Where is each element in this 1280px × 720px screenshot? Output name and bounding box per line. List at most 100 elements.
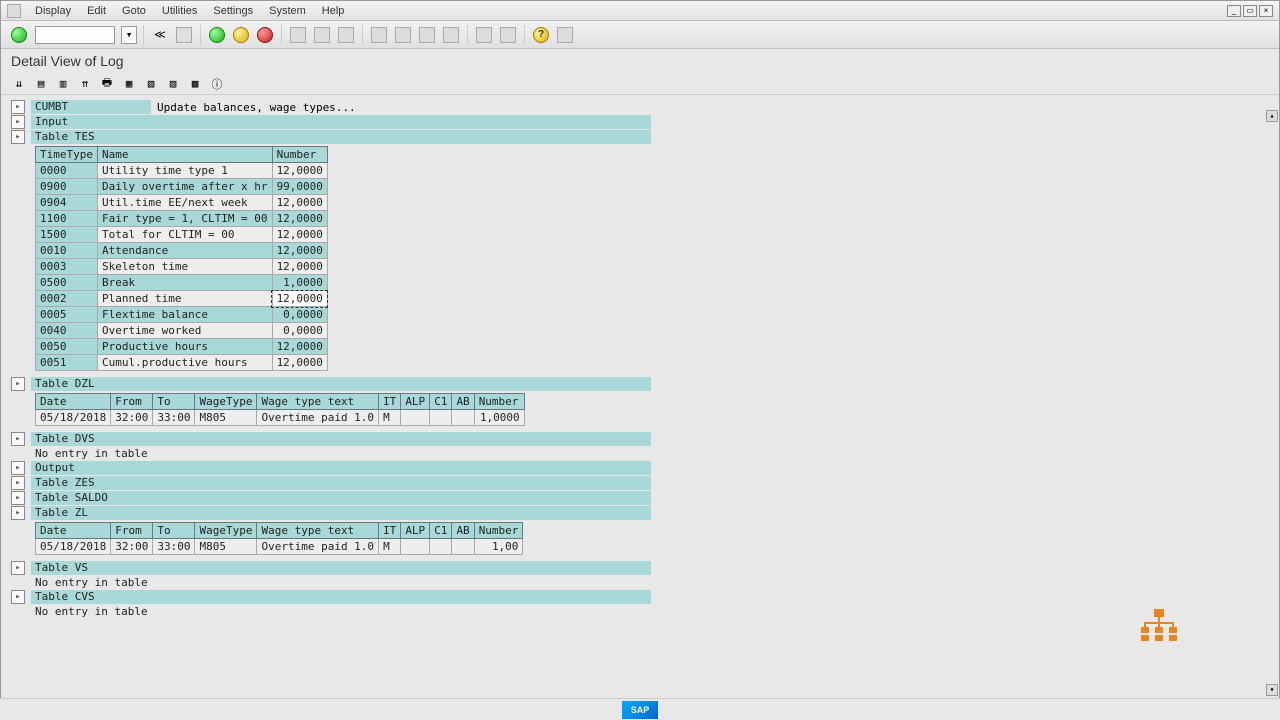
find-next-icon[interactable] — [336, 25, 356, 45]
toggle-output[interactable]: ▸ — [11, 461, 25, 475]
help-icon[interactable]: ? — [531, 25, 551, 45]
status-bar: SAP — [0, 698, 1280, 720]
scroll-up-icon[interactable]: ▴ — [1266, 110, 1278, 122]
section-zes: Table ZES — [31, 476, 651, 490]
col-header: WageType — [195, 394, 257, 410]
table-dzl: DateFromToWageTypeWage type textITALPC1A… — [35, 393, 525, 426]
nav-exit-icon[interactable] — [231, 25, 251, 45]
table-row[interactable]: 0002Planned time12,0000 — [36, 291, 328, 307]
col-header: From — [111, 394, 153, 410]
col-header: Number — [474, 523, 523, 539]
app-icon — [7, 4, 21, 18]
table-row[interactable]: 0900Daily overtime after x hr99,0000 — [36, 179, 328, 195]
section-dzl: Table DZL — [31, 377, 651, 391]
section-tes: Table TES — [31, 130, 651, 144]
scroll-down-icon[interactable]: ▾ — [1266, 684, 1278, 696]
col-header: C1 — [430, 523, 452, 539]
minimize-button[interactable]: _ — [1227, 5, 1241, 17]
table-row[interactable]: 0005Flextime balance0,0000 — [36, 307, 328, 323]
toggle-vs[interactable]: ▸ — [11, 561, 25, 575]
menu-settings[interactable]: Settings — [205, 3, 261, 19]
save-icon[interactable] — [174, 25, 194, 45]
toggle-cvs[interactable]: ▸ — [11, 590, 25, 604]
expand-all-icon[interactable]: ⇈ — [77, 76, 93, 92]
enter-button[interactable] — [9, 25, 29, 45]
prev-page-icon[interactable] — [393, 25, 413, 45]
toggle-zl[interactable]: ▸ — [11, 506, 25, 520]
restore-button[interactable]: ▭ — [1243, 5, 1257, 17]
col-header: Date — [36, 523, 111, 539]
last-page-icon[interactable] — [441, 25, 461, 45]
next-page-icon[interactable] — [417, 25, 437, 45]
shortcut-icon[interactable] — [498, 25, 518, 45]
col-header: Number — [474, 394, 524, 410]
col-header: To — [153, 394, 195, 410]
command-input[interactable] — [35, 26, 115, 44]
col-header: ALP — [401, 394, 430, 410]
toggle-saldo[interactable]: ▸ — [11, 491, 25, 505]
col-header: TimeType — [36, 147, 98, 163]
first-page-icon[interactable] — [369, 25, 389, 45]
menu-edit[interactable]: Edit — [79, 3, 114, 19]
col-header: C1 — [430, 394, 452, 410]
col-header: IT — [379, 394, 401, 410]
table-row[interactable]: 0010Attendance12,0000 — [36, 243, 328, 259]
cvs-empty: No entry in table — [11, 605, 1269, 618]
table-row[interactable]: 05/18/201832:0033:00M805Overtime paid 1.… — [36, 410, 525, 426]
dropdown-arrow-icon[interactable]: ▾ — [121, 26, 137, 44]
toggle-dvs[interactable]: ▸ — [11, 432, 25, 446]
col-header: ALP — [401, 523, 430, 539]
menu-help[interactable]: Help — [314, 3, 353, 19]
secondary-toolbar: ⇊ ▤ ▥ ⇈ 🖶 ▦ ▧ ▨ ▩ ⓘ — [1, 73, 1279, 95]
table-row[interactable]: 0904Util.time EE/next week12,0000 — [36, 195, 328, 211]
toggle-cumbt[interactable]: ▸ — [11, 100, 25, 114]
tool4-icon[interactable]: ▩ — [187, 76, 203, 92]
toggle-tes[interactable]: ▸ — [11, 130, 25, 144]
nav-cancel-icon[interactable] — [255, 25, 275, 45]
sap-logo: SAP — [622, 701, 658, 719]
table-row[interactable]: 0003Skeleton time12,0000 — [36, 259, 328, 275]
table-row[interactable]: 0050Productive hours12,0000 — [36, 339, 328, 355]
toggle-input[interactable]: ▸ — [11, 115, 25, 129]
nav-back-icon[interactable] — [207, 25, 227, 45]
toggle-zes[interactable]: ▸ — [11, 476, 25, 490]
section-saldo: Table SALDO — [31, 491, 651, 505]
tool3-icon[interactable]: ▨ — [165, 76, 181, 92]
table-row[interactable]: 0051Cumul.productive hours12,0000 — [36, 355, 328, 371]
table-row[interactable]: 0500Break1,0000 — [36, 275, 328, 291]
tool-icon[interactable]: ▦ — [121, 76, 137, 92]
content-area: ▸ CUMBT Update balances, wage types... ▸… — [1, 95, 1279, 719]
back-button[interactable]: ≪ — [150, 25, 170, 45]
section-dvs: Table DVS — [31, 432, 651, 446]
collapse-icon[interactable]: ▥ — [55, 76, 71, 92]
menu-goto[interactable]: Goto — [114, 3, 154, 19]
toggle-dzl[interactable]: ▸ — [11, 377, 25, 391]
collapse-all-icon[interactable]: ⇊ — [11, 76, 27, 92]
table-tes: TimeTypeNameNumber 0000Utility time type… — [35, 146, 328, 371]
expand-icon[interactable]: ▤ — [33, 76, 49, 92]
org-chart-icon — [1139, 609, 1179, 649]
info-icon[interactable]: ⓘ — [209, 76, 225, 92]
menu-utilities[interactable]: Utilities — [154, 3, 205, 19]
col-header: AB — [452, 523, 474, 539]
find-icon[interactable] — [312, 25, 332, 45]
session-icon[interactable] — [474, 25, 494, 45]
col-header: Wage type text — [257, 394, 379, 410]
print-icon[interactable] — [288, 25, 308, 45]
table-row[interactable]: 1100Fair type = 1, CLTIM = 0012,0000 — [36, 211, 328, 227]
menu-display[interactable]: Display — [27, 3, 79, 19]
table-row[interactable]: 0000Utility time type 112,0000 — [36, 163, 328, 179]
vertical-scrollbar[interactable]: ▴ ▾ — [1266, 110, 1278, 696]
table-row[interactable]: 0040Overtime worked0,0000 — [36, 323, 328, 339]
section-input: Input — [31, 115, 651, 129]
table-row[interactable]: 1500Total for CLTIM = 0012,0000 — [36, 227, 328, 243]
col-header: Wage type text — [257, 523, 379, 539]
section-zl: Table ZL — [31, 506, 651, 520]
tool2-icon[interactable]: ▧ — [143, 76, 159, 92]
col-header: WageType — [195, 523, 257, 539]
menu-system[interactable]: System — [261, 3, 314, 19]
print-icon[interactable]: 🖶 — [99, 76, 115, 92]
close-button[interactable]: × — [1259, 5, 1273, 17]
settings-icon[interactable] — [555, 25, 575, 45]
table-row[interactable]: 05/18/201832:0033:00M805Overtime paid 1.… — [36, 539, 523, 555]
